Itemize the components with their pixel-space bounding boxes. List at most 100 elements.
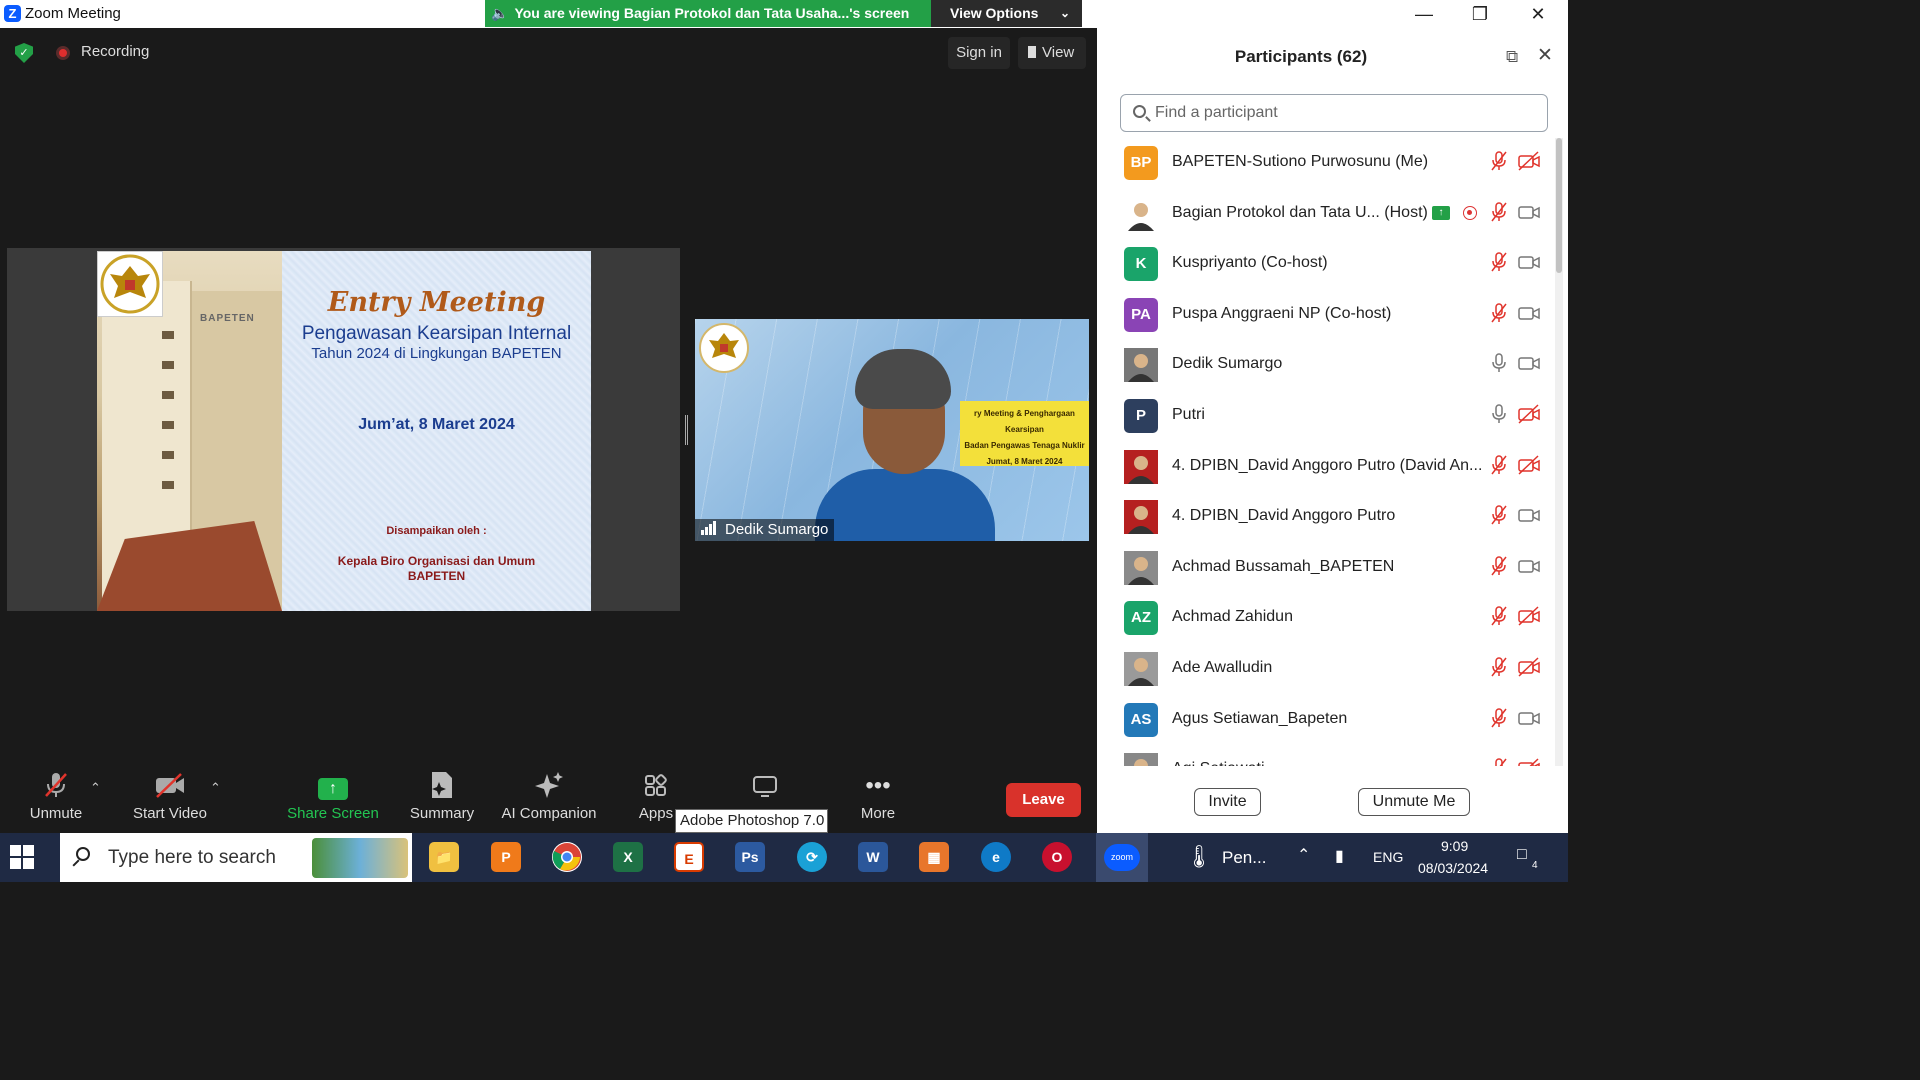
show-hidden-icons-icon[interactable]: ⌃	[1297, 845, 1310, 865]
participant-row[interactable]: K Kuspriyanto (Co-host)	[1097, 239, 1552, 290]
package-app-icon[interactable]: ▦	[919, 842, 949, 872]
audio-options-caret-icon[interactable]: ⌃	[90, 780, 101, 796]
clock-time[interactable]: 9:09	[1441, 838, 1468, 854]
participant-row[interactable]: AZ Achmad Zahidun	[1097, 593, 1552, 644]
minimize-button[interactable]: —	[1396, 0, 1452, 28]
participant-row[interactable]: Ade Awalludin	[1097, 644, 1552, 695]
unmute-me-button[interactable]: Unmute Me	[1358, 788, 1470, 816]
opera-icon[interactable]: O	[1042, 842, 1072, 872]
muted-mic-icon[interactable]	[1491, 201, 1507, 223]
participant-list-scrollbar[interactable]	[1555, 138, 1563, 766]
participant-row[interactable]: Dedik Sumargo	[1097, 340, 1552, 391]
viewing-banner-text: You are viewing Bagian Protokol dan Tata…	[514, 5, 910, 21]
notification-icon[interactable]: □	[1517, 846, 1527, 864]
video-off-icon[interactable]	[1518, 454, 1540, 476]
video-off-icon[interactable]	[1518, 403, 1540, 425]
muted-mic-icon[interactable]	[1491, 707, 1507, 729]
app-swirl-icon[interactable]: ⟳	[797, 842, 827, 872]
video-icon[interactable]	[1518, 352, 1540, 374]
participant-row[interactable]: Achmad Bussamah_BAPETEN	[1097, 543, 1552, 594]
participant-search-input[interactable]: Find a participant	[1120, 94, 1548, 132]
restore-button[interactable]: ❐	[1452, 0, 1508, 28]
video-off-icon[interactable]	[1518, 150, 1540, 172]
notification-count: 4	[1532, 860, 1538, 871]
video-options-caret-icon[interactable]: ⌃	[210, 780, 221, 796]
mic-icon[interactable]	[1491, 352, 1507, 374]
slide-presenter-line2: BAPETEN	[407, 569, 466, 583]
video-tile[interactable]: ry Meeting & Penghargaan Kearsipan Badan…	[695, 319, 1089, 541]
photoshop-icon[interactable]: Ps	[735, 842, 765, 872]
chrome-icon[interactable]	[552, 842, 582, 872]
apps-button[interactable]: Apps	[636, 770, 676, 830]
windows-start-icon[interactable]	[10, 845, 34, 869]
word-icon[interactable]: W	[858, 842, 888, 872]
scrollbar-thumb[interactable]	[1556, 138, 1562, 273]
muted-mic-icon[interactable]	[1491, 555, 1507, 577]
participant-name: Achmad Bussamah_BAPETEN	[1172, 557, 1395, 575]
video-off-icon[interactable]	[1518, 656, 1540, 678]
shared-screen[interactable]: BAPETEN Entry Meeting Pengawasan Kearsip…	[7, 248, 680, 611]
sparkle-icon	[498, 770, 600, 802]
mic-icon[interactable]	[1491, 403, 1507, 425]
video-off-icon[interactable]	[1518, 605, 1540, 627]
view-options-button[interactable]: View Options ⌄	[931, 0, 1082, 27]
muted-mic-icon[interactable]	[1491, 656, 1507, 678]
summary-button[interactable]: Summary	[407, 770, 477, 830]
taskbar-search-box[interactable]: Type here to search	[60, 833, 412, 882]
video-icon[interactable]	[1518, 504, 1540, 526]
weather-text[interactable]: Pen...	[1222, 848, 1266, 868]
battery-icon[interactable]: ▮	[1335, 846, 1344, 866]
muted-mic-icon[interactable]	[1491, 605, 1507, 627]
video-icon[interactable]	[1518, 555, 1540, 577]
zoom-taskbar-icon[interactable]: zoom	[1104, 844, 1140, 871]
muted-mic-icon[interactable]	[1491, 251, 1507, 273]
close-panel-icon[interactable]: ✕	[1537, 44, 1553, 67]
participant-row[interactable]: Agi Setiawati	[1097, 745, 1552, 766]
pdf-reader-icon[interactable]: P	[491, 842, 521, 872]
clock-date[interactable]: 08/03/2024	[1418, 860, 1488, 876]
participant-list[interactable]: BP BAPETEN-Sutiono Purwosunu (Me) Bagian P…	[1097, 138, 1552, 766]
video-off-icon[interactable]	[1518, 757, 1540, 766]
video-icon[interactable]	[1518, 707, 1540, 729]
participant-row[interactable]: 4. DPIBN_David Anggoro Putro (David An..…	[1097, 442, 1552, 493]
language-indicator[interactable]: ENG	[1373, 849, 1403, 865]
edge-icon[interactable]: e	[981, 842, 1011, 872]
participant-row[interactable]: BP BAPETEN-Sutiono Purwosunu (Me)	[1097, 138, 1552, 189]
zoom-app-icon: Z	[4, 5, 21, 22]
invite-button[interactable]: Invite	[1194, 788, 1261, 816]
participant-row[interactable]: 4. DPIBN_David Anggoro Putro	[1097, 492, 1552, 543]
pop-out-icon[interactable]: ⧉	[1506, 47, 1518, 67]
shield-icon[interactable]: ✓	[15, 43, 33, 63]
participant-row[interactable]: PA Puspa Anggraeni NP (Co-host)	[1097, 290, 1552, 341]
participant-row[interactable]: Bagian Protokol dan Tata U... (Host) ↑	[1097, 189, 1552, 240]
video-icon[interactable]	[1518, 201, 1540, 223]
muted-mic-icon[interactable]	[1491, 454, 1507, 476]
video-icon[interactable]	[1518, 302, 1540, 324]
building-photo: BAPETEN	[97, 251, 282, 611]
excel-icon[interactable]: X	[613, 842, 643, 872]
close-button[interactable]: ✕	[1510, 0, 1566, 28]
muted-mic-icon[interactable]	[1491, 150, 1507, 172]
view-button[interactable]: View	[1018, 37, 1086, 69]
file-explorer-icon[interactable]: 📁	[429, 842, 459, 872]
unmute-button[interactable]: Unmute	[22, 770, 90, 830]
participant-name: Dedik Sumargo	[1172, 355, 1283, 373]
muted-mic-icon[interactable]	[1491, 302, 1507, 324]
slide-title: Entry Meeting	[327, 287, 546, 318]
participant-row[interactable]: AS Agus Setiawan_Bapeten	[1097, 695, 1552, 746]
muted-mic-icon[interactable]	[1491, 757, 1507, 766]
sign-in-button[interactable]: Sign in	[948, 37, 1010, 69]
presentation-app-icon[interactable]: E	[674, 842, 704, 872]
start-video-button[interactable]: Start Video	[125, 770, 215, 830]
more-button[interactable]: ••• More	[855, 770, 901, 830]
share-screen-button[interactable]: ↑ Share Screen	[287, 770, 379, 830]
video-icon[interactable]	[1518, 251, 1540, 273]
leave-button[interactable]: Leave	[1006, 783, 1081, 817]
ai-companion-button[interactable]: AI Companion	[498, 770, 600, 830]
participant-row[interactable]: P Putri	[1097, 391, 1552, 442]
recording-label[interactable]: Recording	[81, 43, 149, 60]
participant-avatar	[1124, 550, 1158, 585]
splitter-handle[interactable]	[685, 415, 688, 445]
participant-name: Achmad Zahidun	[1172, 608, 1293, 626]
muted-mic-icon[interactable]	[1491, 504, 1507, 526]
